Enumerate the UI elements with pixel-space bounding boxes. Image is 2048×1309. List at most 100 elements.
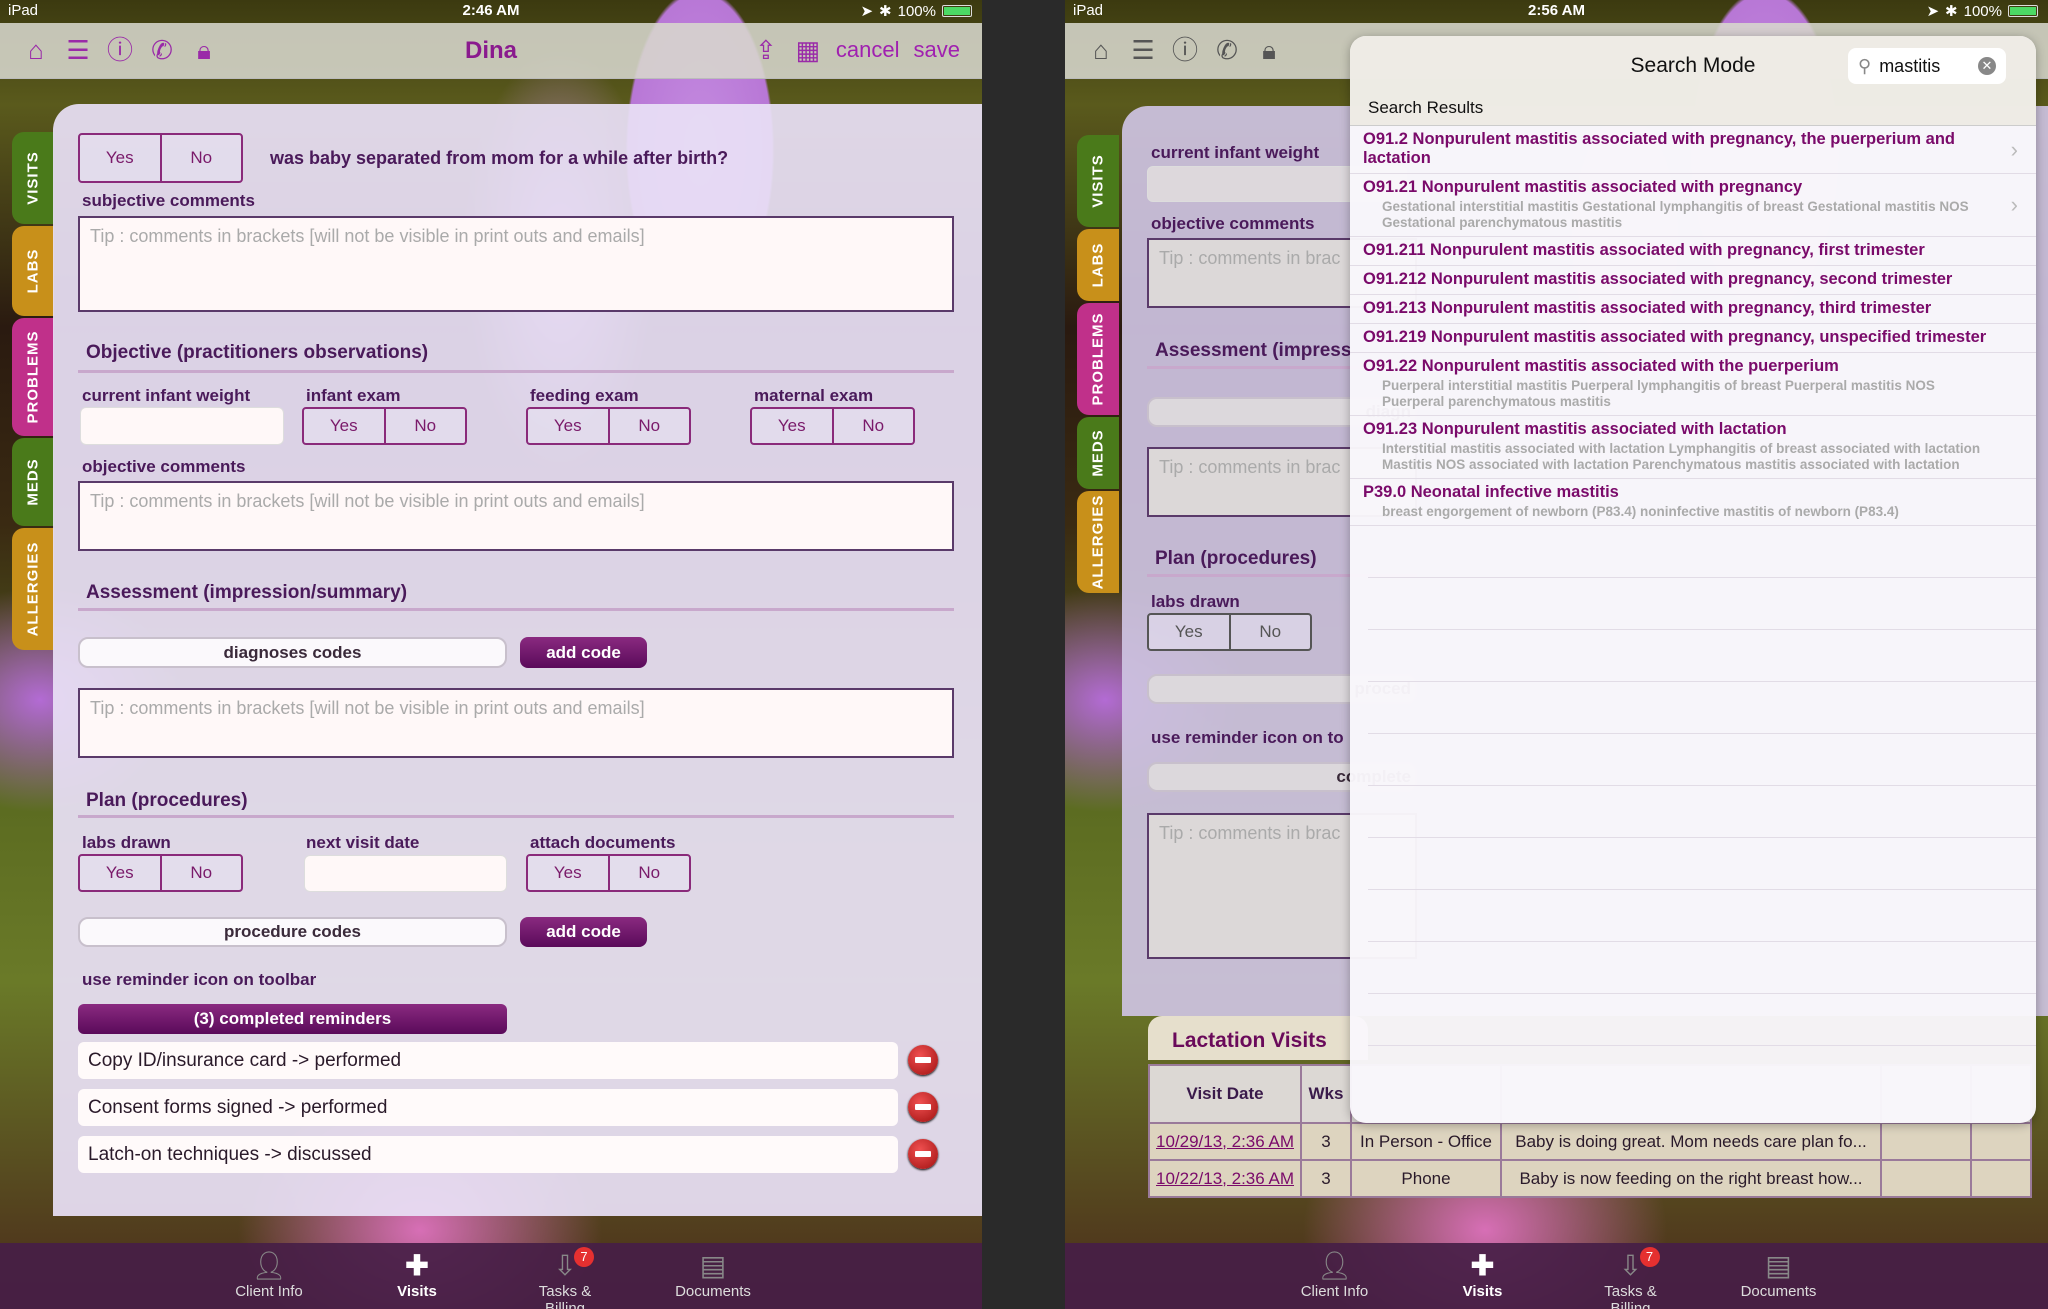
tab-documents[interactable]: ▤ Documents xyxy=(1734,1249,1824,1309)
tab-meds[interactable]: MEDS xyxy=(12,438,54,526)
side-tabs: VISITS LABS PROBLEMS MEDS ALLERGIES xyxy=(1077,135,1119,595)
divider xyxy=(78,608,954,611)
home-icon[interactable]: ⌂ xyxy=(1087,35,1115,65)
visit-type-cell: In Person - Office xyxy=(1350,1122,1502,1161)
result-title: O91.219 Nonpurulent mastitis associated … xyxy=(1363,328,1987,346)
tab-visits[interactable]: VISITS xyxy=(1077,135,1119,227)
tab-tasks-billing[interactable]: ⇩ 7 Tasks & Billing xyxy=(520,1247,610,1309)
status-bar: iPad 2:56 AM ➤ ✱ 100% xyxy=(1065,0,2048,22)
search-query[interactable]: mastitis xyxy=(1879,56,1940,77)
visit-notes-cell: Baby is now feeding on the right breast … xyxy=(1500,1159,1882,1198)
tab-visits-bottom[interactable]: ✚ Visits xyxy=(372,1249,462,1309)
search-result-item[interactable]: O91.2 Nonpurulent mastitis associated wi… xyxy=(1350,126,2036,174)
procedure-codes-button[interactable]: procedure codes xyxy=(78,917,507,947)
tab-problems[interactable]: PROBLEMS xyxy=(12,318,54,436)
assessment-comments-input[interactable]: Tip : comments in brackets [will not be … xyxy=(78,688,954,758)
weeks-cell: 3 xyxy=(1300,1122,1352,1161)
objective-comments-label: objective comments xyxy=(82,457,246,476)
objective-comments-input[interactable]: Tip : comments in brackets [will not be … xyxy=(78,481,954,551)
share-icon[interactable]: ⇪ xyxy=(752,35,780,65)
search-result-item[interactable]: O91.213 Nonpurulent mastitis associated … xyxy=(1350,295,2036,324)
bluetooth-icon: ✱ xyxy=(1945,3,1958,20)
delete-reminder-icon[interactable] xyxy=(908,1045,938,1075)
column-header[interactable]: Visit Date xyxy=(1148,1064,1302,1124)
no-option[interactable]: No xyxy=(159,135,242,181)
no-option[interactable]: No xyxy=(383,409,466,443)
save-button[interactable]: save xyxy=(914,37,960,63)
tab-client-info[interactable]: 👤︎ Client Info xyxy=(1290,1249,1380,1309)
list-icon[interactable]: ☰ xyxy=(1129,35,1157,65)
objective-heading: Objective (practitioners observations) xyxy=(86,342,429,363)
no-option[interactable]: No xyxy=(831,409,914,443)
yes-option[interactable]: Yes xyxy=(528,409,608,443)
subjective-comments-label: subjective comments xyxy=(82,191,255,210)
delete-reminder-icon[interactable] xyxy=(908,1092,938,1122)
next-visit-date-input[interactable] xyxy=(304,855,507,892)
medical-bag-icon: ✚ xyxy=(1470,1250,1495,1281)
table-row[interactable]: 10/29/13, 2:36 AM 3 In Person - Office B… xyxy=(1148,1122,2032,1161)
column-header[interactable]: Wks xyxy=(1300,1064,1352,1124)
search-result-item[interactable]: O91.22 Nonpurulent mastitis associated w… xyxy=(1350,353,2036,416)
result-title: O91.22 Nonpurulent mastitis associated w… xyxy=(1363,357,1839,375)
empty-result-row xyxy=(1368,838,2036,890)
yes-option[interactable]: Yes xyxy=(1149,615,1229,649)
clear-search-icon[interactable]: ✕ xyxy=(1978,57,1996,75)
phone-icon[interactable]: ✆ xyxy=(1213,35,1241,65)
tab-problems[interactable]: PROBLEMS xyxy=(1077,303,1119,415)
tab-visits[interactable]: VISITS xyxy=(12,132,54,224)
inbox-icon: ⇩ xyxy=(553,1250,577,1281)
info-icon[interactable]: ⓘ xyxy=(1171,35,1199,65)
tab-allergies[interactable]: ALLERGIES xyxy=(1077,491,1119,593)
diagnoses-codes-button[interactable]: diagnoses codes xyxy=(78,637,507,668)
tab-allergies[interactable]: ALLERGIES xyxy=(12,528,54,650)
search-result-item[interactable]: O91.211 Nonpurulent mastitis associated … xyxy=(1350,237,2036,266)
yes-option[interactable]: Yes xyxy=(528,856,608,890)
search-result-item[interactable]: O91.212 Nonpurulent mastitis associated … xyxy=(1350,266,2036,295)
search-input[interactable]: ⚲ mastitis ✕ xyxy=(1848,48,2006,84)
yes-option[interactable]: Yes xyxy=(752,409,832,443)
search-result-item[interactable]: O91.21 Nonpurulent mastitis associated w… xyxy=(1350,174,2036,237)
battery-icon xyxy=(2008,5,2038,17)
tab-visits-bottom[interactable]: ✚ Visits xyxy=(1438,1249,1528,1309)
search-result-item[interactable]: O91.23 Nonpurulent mastitis associated w… xyxy=(1350,416,2036,479)
medical-bag-icon: ✚ xyxy=(405,1250,429,1281)
tab-client-info[interactable]: 👤︎ Client Info xyxy=(224,1249,314,1309)
lock-icon[interactable]: 🔒︎ xyxy=(1255,35,1283,65)
tab-labs[interactable]: LABS xyxy=(1077,229,1119,301)
yes-option[interactable]: Yes xyxy=(80,135,160,181)
search-result-item[interactable]: O91.219 Nonpurulent mastitis associated … xyxy=(1350,324,2036,353)
table-row[interactable]: 10/22/13, 2:36 AM 3 Phone Baby is now fe… xyxy=(1148,1159,2032,1198)
no-option[interactable]: No xyxy=(159,856,242,890)
add-diagnosis-code-button[interactable]: add code xyxy=(520,637,647,668)
visit-date-link[interactable]: 10/22/13, 2:36 AM xyxy=(1156,1169,1294,1188)
calendar-icon[interactable]: ▦ xyxy=(794,35,822,65)
assessment-heading: Assessment (impress xyxy=(1155,340,1352,361)
cancel-button[interactable]: cancel xyxy=(836,37,900,63)
toolbar: ⌂ ☰ ⓘ ✆ 🔒︎ Dina ⇪ ▦ cancel save xyxy=(0,23,982,79)
current-infant-weight-input[interactable] xyxy=(80,407,284,445)
tab-documents[interactable]: ▤ Documents xyxy=(668,1249,758,1309)
tab-labs[interactable]: LABS xyxy=(12,226,54,316)
cabinet-icon: ▤ xyxy=(699,1250,727,1281)
delete-reminder-icon[interactable] xyxy=(908,1139,938,1169)
tab-tasks-billing[interactable]: ⇩ 7 Tasks & Billing xyxy=(1586,1247,1676,1309)
completed-reminders-button[interactable]: (3) completed reminders xyxy=(78,1004,507,1034)
yes-option[interactable]: Yes xyxy=(304,409,384,443)
no-option[interactable]: No xyxy=(1228,615,1311,649)
search-result-item[interactable]: P39.0 Neonatal infective mastitis breast … xyxy=(1350,479,2036,526)
location-icon: ➤ xyxy=(860,3,874,20)
tab-meds[interactable]: MEDS xyxy=(1077,417,1119,489)
side-tabs: VISITS LABS PROBLEMS MEDS ALLERGIES xyxy=(12,132,54,652)
no-option[interactable]: No xyxy=(607,409,690,443)
lactation-visits-tab[interactable]: Lactation Visits xyxy=(1148,1016,1368,1060)
subjective-comments-input[interactable]: Tip : comments in brackets [will not be … xyxy=(78,216,954,312)
yes-option[interactable]: Yes xyxy=(80,856,160,890)
bottom-tab-bar: 👤︎ Client Info ✚ Visits ⇩ 7 Tasks & Billing … xyxy=(1065,1243,2048,1309)
attach-documents-toggle: Yes No xyxy=(526,854,691,892)
labs-drawn-toggle: Yes No xyxy=(78,854,243,892)
visit-date-link[interactable]: 10/29/13, 2:36 AM xyxy=(1156,1132,1294,1151)
add-procedure-code-button[interactable]: add code xyxy=(520,917,647,947)
status-time: 2:46 AM xyxy=(462,2,520,19)
weeks-cell: 3 xyxy=(1300,1159,1352,1198)
no-option[interactable]: No xyxy=(607,856,690,890)
